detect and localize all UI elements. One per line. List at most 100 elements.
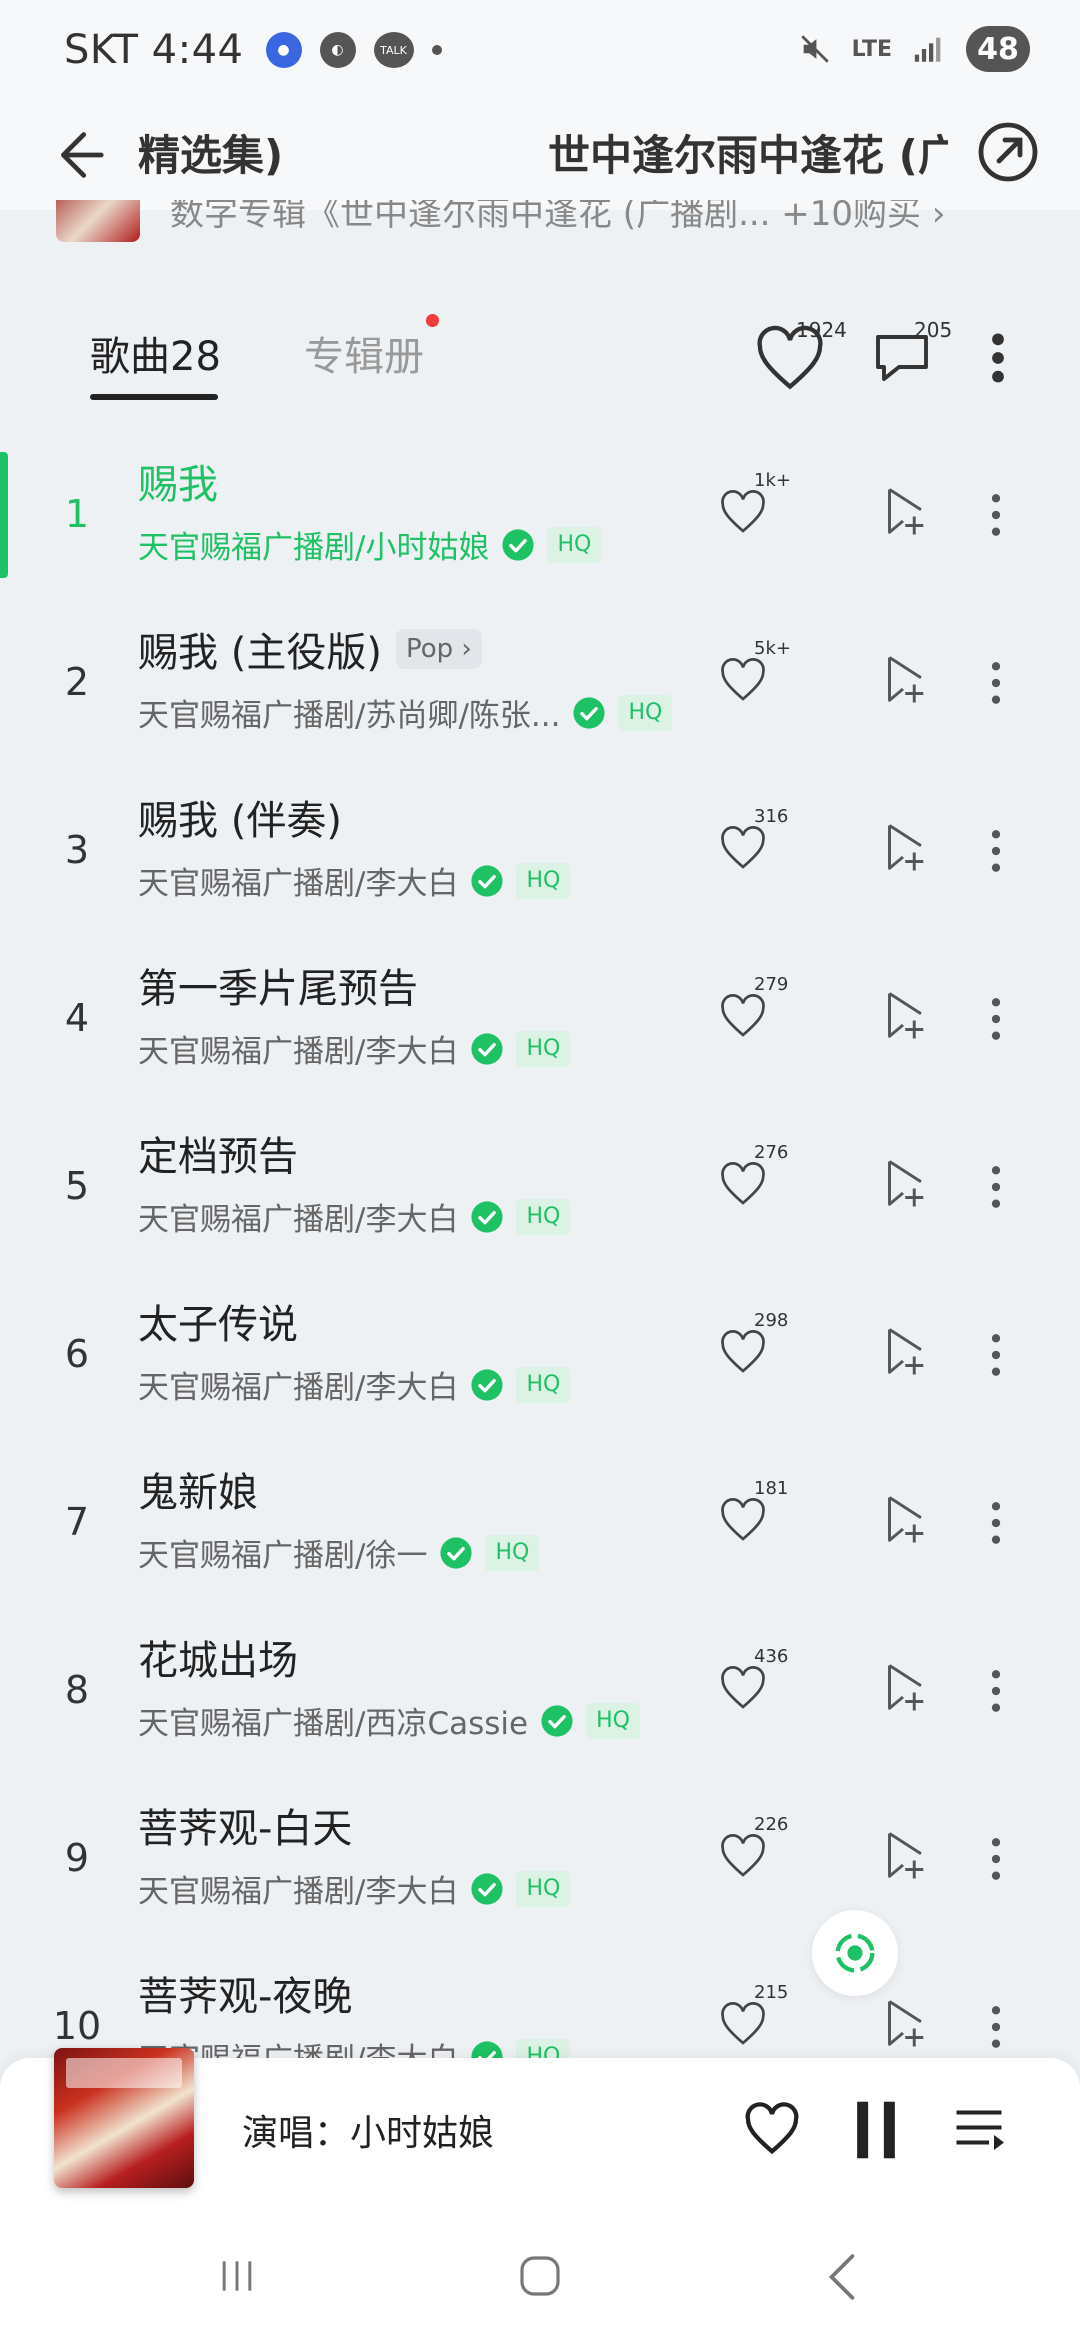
song-more-icon[interactable] (984, 1666, 1008, 1716)
song-row[interactable]: 8 花城出场天官赐福广播剧/西凉Cassie HQ 436 (0, 1618, 1080, 1786)
song-artist-wrap: 天官赐福广播剧/李大白 HQ (138, 1194, 571, 1239)
tab-album-booklet[interactable]: 专辑册 (304, 324, 424, 382)
tab-active-indicator (90, 394, 218, 400)
tab-songs[interactable]: 歌曲28 (90, 324, 221, 382)
song-artist-wrap: 天官赐福广播剧/李大白 HQ (138, 1026, 571, 1071)
status-right: LTE 48 (798, 26, 1030, 72)
song-like-count: 1k+ (754, 470, 791, 491)
verified-check-icon (471, 1368, 504, 1401)
song-title: 花城出场 (138, 1638, 298, 1684)
song-artist-wrap: 天官赐福广播剧/徐一 HQ (138, 1530, 540, 1575)
globe-icon: ◐ (319, 32, 356, 68)
song-like-icon[interactable] (716, 1494, 770, 1548)
header-left-title: 精选集) (138, 131, 284, 180)
song-index: 6 (64, 1332, 90, 1376)
hq-badge: HQ (516, 2038, 571, 2058)
back-arrow-icon[interactable] (40, 120, 110, 190)
song-artist-wrap: 天官赐福广播剧/西凉Cassie HQ (138, 1698, 640, 1743)
hq-badge: HQ (618, 694, 673, 731)
playlist-queue-icon[interactable] (948, 2100, 1010, 2160)
song-like-icon[interactable] (716, 1830, 770, 1884)
song-row[interactable]: 3 赐我 (伴奏) 天官赐福广播剧/李大白 HQ 316 (0, 778, 1080, 946)
song-more-icon[interactable] (984, 994, 1008, 1044)
song-like-icon[interactable] (716, 654, 770, 708)
hq-badge: HQ (516, 1198, 571, 1235)
add-to-playlist-icon[interactable] (876, 1826, 930, 1886)
song-artist: 天官赐福广播剧/李大白 (138, 1874, 459, 1910)
album-purchase-strip[interactable]: 数字专辑《世中逢尔雨中逢花 (广播剧... +10购买 › (0, 200, 1080, 250)
song-like-count: 181 (754, 1478, 789, 1499)
song-more-icon[interactable] (984, 490, 1008, 540)
song-like-icon[interactable] (716, 1662, 770, 1716)
song-like-icon[interactable] (716, 1998, 770, 2052)
system-nav-bar (0, 2208, 1080, 2340)
locate-target-icon (835, 1933, 875, 1973)
song-index: 9 (64, 1836, 90, 1880)
verified-check-icon (471, 2040, 504, 2058)
hq-badge: HQ (516, 1030, 571, 1067)
song-row[interactable]: 4 第一季片尾预告 天官赐福广播剧/李大白 HQ 279 (0, 946, 1080, 1114)
more-notifications-dot-icon (431, 45, 442, 55)
song-like-count: 279 (754, 974, 789, 995)
locate-playing-button[interactable] (812, 1910, 898, 1996)
verified-check-icon (471, 864, 504, 897)
song-title-wrap: 菩荠观-白天 (138, 1796, 352, 1854)
song-row[interactable]: 6 太子传说 天官赐福广播剧/李大白 HQ 298 (0, 1282, 1080, 1450)
song-artist: 天官赐福广播剧/李大白 (138, 866, 459, 902)
status-time: SKT 4:44 (64, 27, 244, 73)
song-row[interactable]: 9 菩荠观-白天 天官赐福广播剧/李大白 HQ 226 (0, 1786, 1080, 1954)
share-icon[interactable] (972, 116, 1044, 188)
song-like-count: 436 (754, 1646, 789, 1667)
song-artist-wrap: 天官赐福广播剧/李大白 HQ (138, 858, 571, 903)
battery-indicator: 48 (966, 26, 1030, 72)
song-row[interactable]: 1 赐我 天官赐福广播剧/小时姑娘 HQ 1k+ (0, 442, 1080, 610)
system-back-icon[interactable] (826, 2252, 858, 2302)
add-to-playlist-icon[interactable] (876, 1154, 930, 1214)
new-badge-dot (426, 314, 439, 327)
song-more-icon[interactable] (984, 2002, 1008, 2052)
hq-badge: HQ (516, 1366, 571, 1403)
song-more-icon[interactable] (984, 658, 1008, 708)
song-like-icon[interactable] (716, 990, 770, 1044)
now-playing-cover[interactable] (54, 2048, 194, 2188)
song-more-icon[interactable] (984, 1498, 1008, 1548)
add-to-playlist-icon[interactable] (876, 818, 930, 878)
add-to-playlist-icon[interactable] (876, 1322, 930, 1382)
add-to-playlist-icon[interactable] (876, 1490, 930, 1550)
verified-check-icon (502, 528, 535, 561)
song-more-icon[interactable] (984, 826, 1008, 876)
genre-tag[interactable]: Pop › (395, 629, 482, 669)
song-row[interactable]: 2 赐我 (主役版) Pop › 天官赐福广播剧/苏尚卿/陈张... HQ 5k+ (0, 610, 1080, 778)
song-title-wrap: 赐我 (主役版) Pop › (138, 620, 482, 678)
recent-apps-icon[interactable] (214, 2254, 260, 2298)
network-type: LTE (851, 36, 892, 62)
song-more-icon[interactable] (984, 1162, 1008, 1212)
song-artist: 天官赐福广播剧/西凉Cassie (138, 1706, 529, 1742)
add-to-playlist-icon[interactable] (876, 482, 930, 542)
song-like-icon[interactable] (716, 822, 770, 876)
song-like-count: 276 (754, 1142, 789, 1163)
song-more-icon[interactable] (984, 1330, 1008, 1380)
heart-icon[interactable] (740, 2098, 804, 2162)
song-row[interactable]: 7 鬼新娘 天官赐福广播剧/徐一 HQ 181 (0, 1450, 1080, 1618)
add-to-playlist-icon[interactable] (876, 986, 930, 1046)
home-icon[interactable] (516, 2252, 564, 2300)
signal-icon (914, 37, 941, 62)
song-title: 赐我 (伴奏) (138, 798, 342, 844)
add-to-playlist-icon[interactable] (876, 1658, 930, 1718)
song-index: 8 (64, 1668, 90, 1712)
song-row[interactable]: 5 定档预告 天官赐福广播剧/李大白 HQ 276 (0, 1114, 1080, 1282)
mini-player[interactable]: 演唱：小时姑娘 (0, 2048, 1080, 2208)
song-like-icon[interactable] (716, 1158, 770, 1212)
add-to-playlist-icon[interactable] (876, 650, 930, 710)
add-to-playlist-icon[interactable] (876, 1994, 930, 2054)
song-artist: 天官赐福广播剧/苏尚卿/陈张... (138, 698, 561, 734)
more-options-icon[interactable] (980, 326, 1016, 390)
song-more-icon[interactable] (984, 1834, 1008, 1884)
song-row[interactable]: 10 菩荠观-夜晚天官赐福广播剧/李大白HQ 215 (0, 1954, 1080, 2058)
status-bar: SKT 4:44 ● ◐ TALK LTE 48 (0, 0, 1080, 100)
page-title: 世中逢尔雨中逢花 (广 (548, 131, 948, 180)
song-like-icon[interactable] (716, 1326, 770, 1380)
song-like-icon[interactable] (716, 486, 770, 540)
pause-icon[interactable] (854, 2098, 898, 2162)
